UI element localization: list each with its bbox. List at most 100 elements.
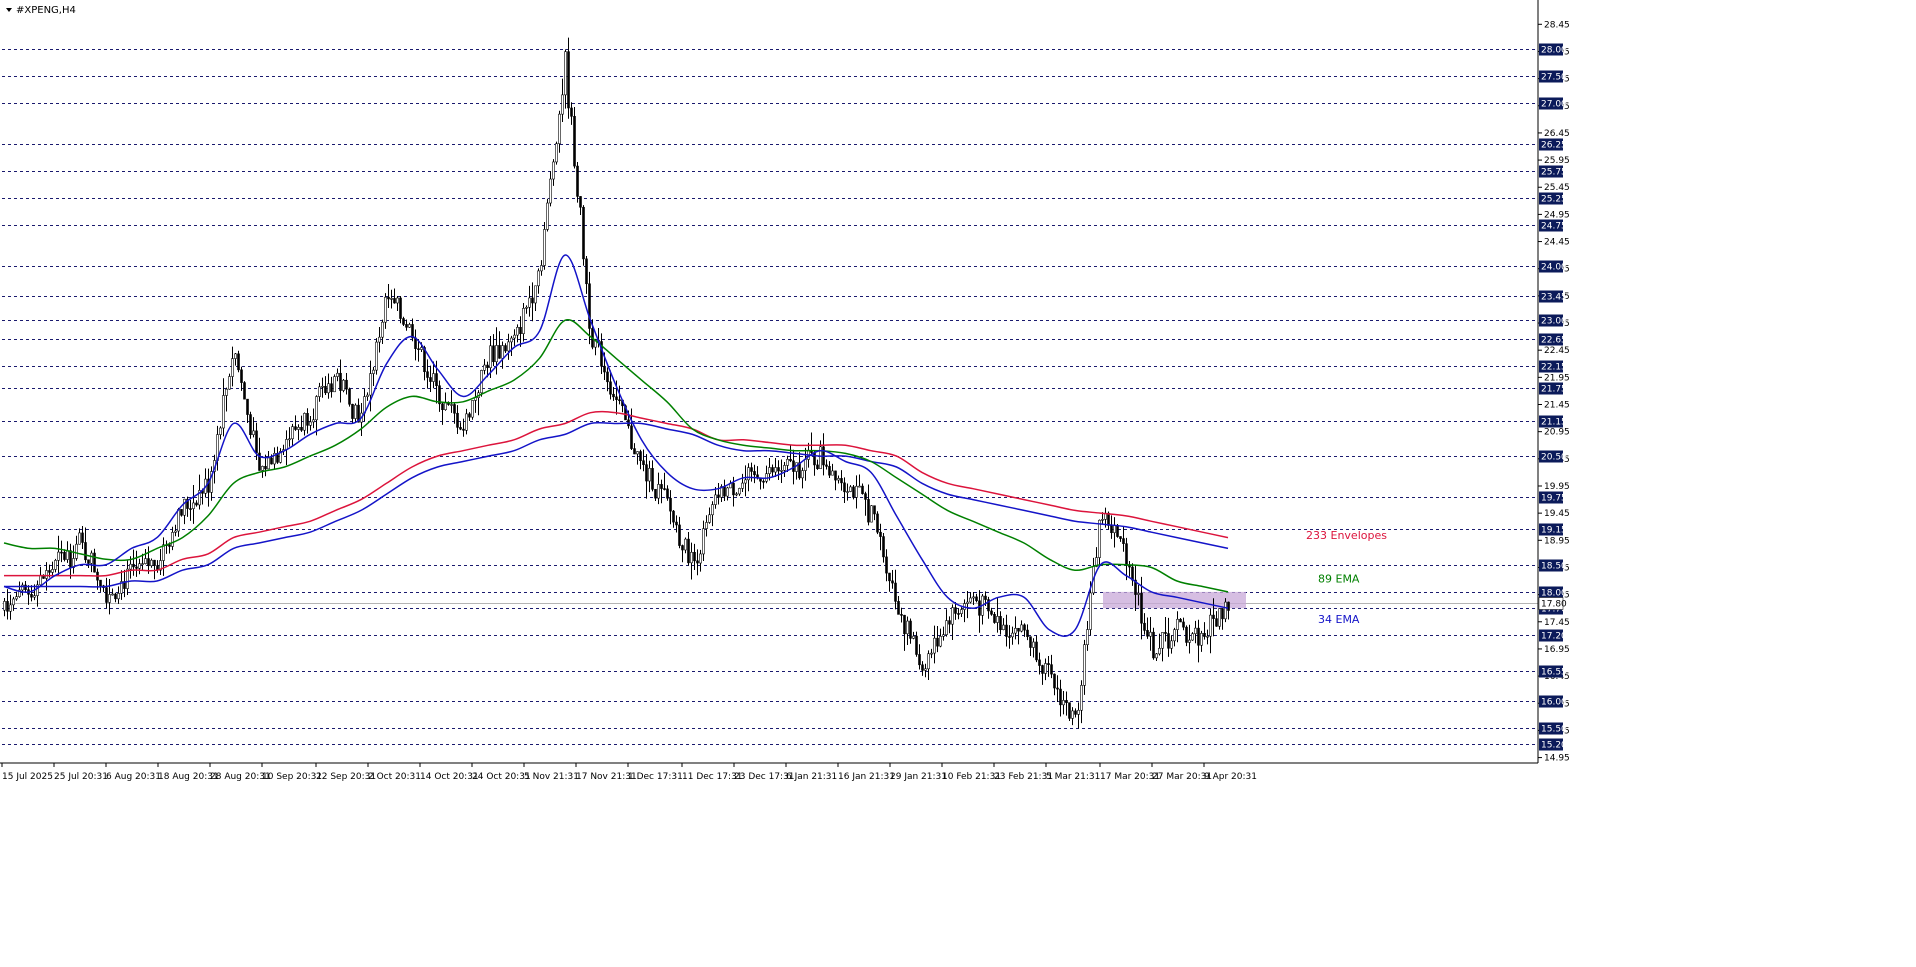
candle-body [153, 559, 156, 566]
candle-body [39, 574, 42, 586]
candle-body [366, 394, 369, 397]
x-tick-label: 5 Nov 21:31 [524, 772, 579, 782]
candle-body [57, 551, 60, 561]
candle-body [255, 430, 258, 454]
candle-body [915, 635, 918, 655]
level-label: 19.75 [1541, 494, 1567, 504]
candle-body [693, 551, 696, 562]
candle-body [735, 493, 738, 496]
candle-body [309, 421, 312, 426]
candle-body [459, 427, 462, 430]
dropdown-triangle-icon[interactable] [6, 8, 12, 12]
x-tick-label: 6 Jan 21:31 [786, 772, 837, 782]
candle-body [966, 601, 969, 604]
candle-body [1101, 519, 1104, 521]
candle-body [327, 383, 330, 394]
indicator-labels: 233 Envelopes 89 EMA 34 EMA [1306, 529, 1387, 626]
candle-body [795, 462, 798, 472]
candle-body [300, 426, 303, 431]
ema34-label: 34 EMA [1318, 613, 1360, 626]
candle-body [1221, 608, 1224, 620]
chart-header[interactable]: #XPENG,H4 [6, 5, 76, 16]
price-axis: 14.9515.4515.9516.4516.9517.4517.9518.45… [1537, 0, 1570, 764]
candle-body [453, 404, 456, 414]
candle-body [396, 297, 399, 304]
candle-body [384, 296, 387, 323]
candle-body [1197, 627, 1200, 646]
candle-body [960, 609, 963, 614]
candle-body [876, 513, 879, 533]
candle-body [1179, 618, 1182, 623]
candle-body [1050, 664, 1053, 675]
chart-canvas[interactable]: 233 Envelopes 89 EMA 34 EMA 14.9515.4515… [0, 0, 1916, 963]
candle-body [270, 457, 273, 465]
candle-body [849, 486, 852, 492]
candle-body [540, 265, 543, 272]
candle-body [606, 371, 609, 383]
candle-body [771, 467, 774, 473]
level-label: 24.75 [1541, 222, 1567, 232]
candle-body [117, 593, 120, 600]
candle-body [984, 595, 987, 600]
y-tick-label: 17.45 [1544, 618, 1570, 628]
candle-body [1203, 632, 1206, 637]
indicator-lines [3, 254, 1229, 637]
candle-body [711, 504, 714, 516]
candle-body [852, 486, 855, 498]
candle-body [792, 460, 795, 472]
candle-body [1011, 632, 1014, 638]
x-tick-label: 2 Oct 20:31 [368, 772, 421, 782]
candle-body [33, 595, 36, 598]
candle-body [171, 532, 174, 547]
candle-body [1158, 647, 1161, 655]
candle-body [450, 404, 453, 406]
candle-body [63, 551, 66, 560]
candle-body [948, 620, 951, 625]
candle-body [45, 570, 48, 579]
x-tick-label: 10 Feb 21:31 [942, 772, 1001, 782]
candle-body [162, 544, 165, 561]
level-label: 16.55 [1541, 668, 1567, 678]
candle-body [135, 566, 138, 569]
candle-body [525, 306, 528, 309]
candle-body [90, 552, 93, 564]
candle-body [912, 635, 915, 639]
candle-body [1122, 538, 1125, 544]
candle-body [897, 601, 900, 615]
candle-body [906, 620, 909, 635]
candle-body [1185, 626, 1188, 643]
candle-body [3, 601, 6, 611]
candle-body [324, 385, 327, 394]
candle-body [303, 413, 306, 431]
candle-body [132, 563, 135, 568]
candle-body [1167, 633, 1170, 649]
candle-body [774, 467, 777, 473]
candle-body [432, 373, 435, 382]
candle-body [1026, 629, 1029, 637]
candle-body [333, 376, 336, 393]
candle-body [111, 593, 114, 596]
candle-body [1074, 710, 1077, 715]
candle-body [840, 478, 843, 484]
candle-body [999, 616, 1002, 631]
candle-body [1140, 593, 1143, 624]
x-tick-label: 14 Oct 20:31 [420, 772, 479, 782]
candle-body [1152, 631, 1155, 659]
candle-body [882, 536, 885, 558]
candle-body [12, 598, 15, 606]
candle-body [1110, 525, 1113, 534]
y-tick-label: 19.95 [1544, 482, 1570, 492]
y-tick-label: 26.45 [1544, 129, 1570, 139]
candle-body [369, 373, 372, 396]
candle-body [660, 484, 663, 489]
candle-body [1065, 700, 1068, 703]
ema89-label: 89 EMA [1318, 572, 1360, 585]
candle-body [141, 563, 144, 565]
x-tick-label: 25 Jul 20:31 [54, 772, 108, 782]
candle-body [816, 464, 819, 470]
candle-body [339, 372, 342, 391]
candle-body [582, 206, 585, 260]
price-chart[interactable]: 233 Envelopes 89 EMA 34 EMA 14.9515.4515… [0, 0, 1916, 963]
level-label: 23.00 [1541, 317, 1567, 327]
level-label: 20.50 [1541, 453, 1567, 463]
